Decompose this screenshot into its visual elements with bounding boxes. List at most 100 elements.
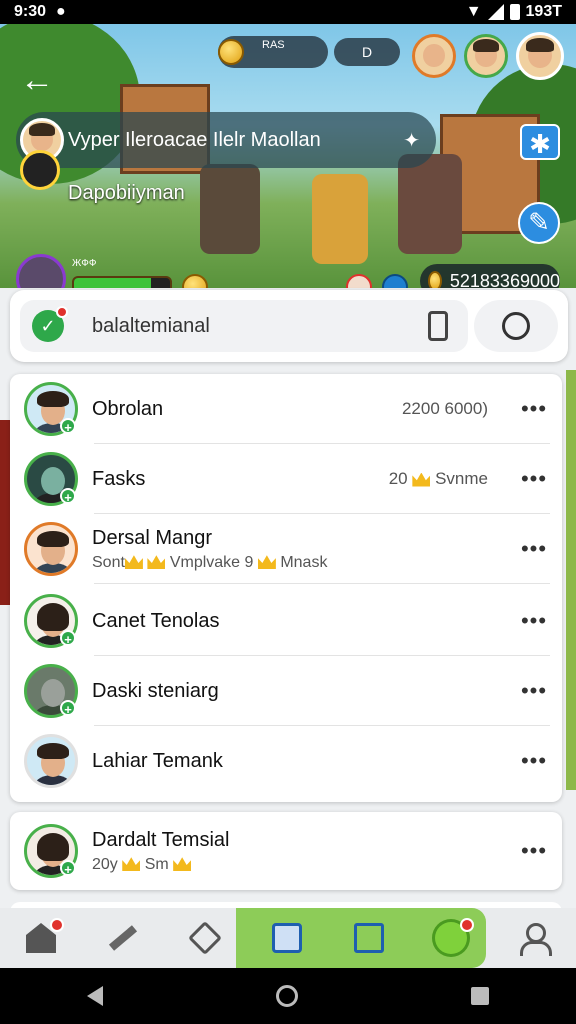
contact-name: Dersal Mangr <box>92 526 213 549</box>
quill-icon <box>108 925 138 951</box>
tab-home[interactable] <box>0 908 82 968</box>
crown-icon <box>257 555 276 570</box>
warrior-character <box>200 164 260 254</box>
tab-inventory[interactable] <box>164 908 246 968</box>
more-options-icon[interactable]: ••• <box>514 678 554 704</box>
status-part: Sm <box>144 855 169 873</box>
crown-icon <box>173 857 192 872</box>
notification-dot <box>56 306 68 318</box>
status-time: 9:30 <box>14 3 47 20</box>
status-part: Mnask <box>280 553 328 571</box>
status-part: 20y <box>92 855 118 873</box>
contact-meta: 2200 6000) <box>401 399 488 418</box>
friend-avatar[interactable] <box>412 34 456 78</box>
more-options-icon[interactable]: ••• <box>514 536 554 562</box>
online-badge: + <box>60 700 76 717</box>
game-header: ← RAS D Vyper Ileroacae Ilelr Maollan ✦ … <box>0 24 576 314</box>
contact-list: + Obrolan 2200 6000) ••• + Fasks 20 Svnm… <box>10 374 562 802</box>
meta-count: 20 <box>388 469 408 488</box>
currency-hud[interactable]: RAS <box>218 36 328 68</box>
settings-icon[interactable]: ✦ <box>403 128 420 153</box>
player-banner[interactable]: Vyper Ileroacae Ilelr Maollan ✦ <box>16 112 436 168</box>
battery-text: 193T <box>525 3 562 20</box>
tab-edit[interactable] <box>328 908 410 968</box>
tab-craft[interactable] <box>82 908 164 968</box>
search-card: ✓ <box>10 290 568 362</box>
more-options-icon[interactable]: ••• <box>514 466 554 492</box>
crown-icon <box>412 472 431 487</box>
more-options-icon[interactable]: ••• <box>514 608 554 634</box>
nav-home-icon[interactable] <box>275 985 298 1007</box>
soldier-character <box>398 154 462 254</box>
online-badge: + <box>60 860 76 877</box>
contact-name: Canet Tenolas <box>92 609 220 632</box>
meta-label: Svnme <box>435 469 488 488</box>
avatar <box>24 522 78 576</box>
edit-icon <box>354 923 384 953</box>
guild-avatar <box>20 150 60 190</box>
contact-name: Fasks <box>92 467 146 490</box>
player-subtitle: Dapobiiyman <box>68 182 185 204</box>
more-options-icon[interactable]: ••• <box>514 396 554 422</box>
document-icon <box>272 923 302 953</box>
status-part: Sont <box>92 553 125 571</box>
list-item[interactable]: Lahiar Temank ••• <box>10 726 562 796</box>
back-button[interactable]: ← <box>20 62 60 102</box>
chat-bubble-icon <box>502 312 530 340</box>
tab-pet[interactable] <box>410 908 492 968</box>
profile-avatar[interactable] <box>516 32 564 80</box>
notification-icon: ● <box>56 3 66 20</box>
small-label: ЖФФ <box>72 258 97 269</box>
nav-back-icon[interactable] <box>86 986 103 1006</box>
contact-status: 20y Sm <box>92 856 229 874</box>
notification-dot <box>460 918 474 932</box>
chat-button[interactable] <box>474 300 558 352</box>
avatar <box>24 734 78 788</box>
crown-icon <box>124 555 143 570</box>
status-part: Vmplvake 9 <box>169 553 254 571</box>
bottom-tab-bar <box>0 908 576 968</box>
online-badge: + <box>60 488 76 505</box>
wifi-icon: ▼ <box>465 3 482 20</box>
more-options-icon[interactable]: ••• <box>514 838 554 864</box>
contact-status: Sont Vmplvake 9 Mnask <box>92 554 327 572</box>
crown-icon <box>122 857 141 872</box>
status-bar: 9:30 ● ▼ 193T <box>0 0 576 24</box>
item-hud[interactable]: D <box>334 38 400 66</box>
tab-profile[interactable] <box>492 908 574 968</box>
share-button[interactable]: ✎ <box>518 202 560 244</box>
search-field[interactable]: ✓ <box>20 300 468 352</box>
check-badge-icon: ✓ <box>32 306 68 342</box>
list-item[interactable]: Dersal Mangr Sont Vmplvake 9 Mnask ••• <box>10 514 562 584</box>
friend-avatar[interactable] <box>464 34 508 78</box>
contact-meta: 20 Svnme <box>389 469 488 489</box>
notification-dot <box>50 918 64 932</box>
online-badge: + <box>60 418 76 435</box>
cube-icon <box>188 921 222 955</box>
user-icon <box>518 923 552 956</box>
star-button[interactable]: ✱ <box>520 124 560 160</box>
item-hud-value: D <box>361 44 373 60</box>
status-right: ▼ 193T <box>466 3 562 21</box>
list-item[interactable]: + Canet Tenolas ••• <box>10 586 562 656</box>
system-nav-bar <box>0 968 576 1024</box>
contact-name: Lahiar Temank <box>92 749 223 772</box>
phone-icon[interactable] <box>428 311 448 341</box>
tab-tasks[interactable] <box>246 908 328 968</box>
contact-name: Daski steniarg <box>92 679 219 702</box>
list-item[interactable]: + Dardalt Temsial 20y Sm ••• <box>10 816 562 886</box>
nav-recents-icon[interactable] <box>471 987 490 1005</box>
hud-label: RAS <box>262 39 285 51</box>
featured-card[interactable]: + Dardalt Temsial 20y Sm ••• <box>10 812 562 890</box>
background-strip <box>566 370 576 790</box>
search-input[interactable] <box>92 314 392 338</box>
list-item[interactable]: + Obrolan 2200 6000) ••• <box>10 374 562 444</box>
player-name: Vyper Ileroacae Ilelr Maollan <box>68 128 321 151</box>
contact-name: Obrolan <box>92 397 164 420</box>
contact-name: Dardalt Temsial <box>92 828 230 851</box>
more-options-icon[interactable]: ••• <box>514 748 554 774</box>
online-badge: + <box>60 630 76 647</box>
list-item[interactable]: + Fasks 20 Svnme ••• <box>10 444 562 514</box>
battery-icon <box>509 4 520 20</box>
list-item[interactable]: + Daski steniarg ••• <box>10 656 562 726</box>
